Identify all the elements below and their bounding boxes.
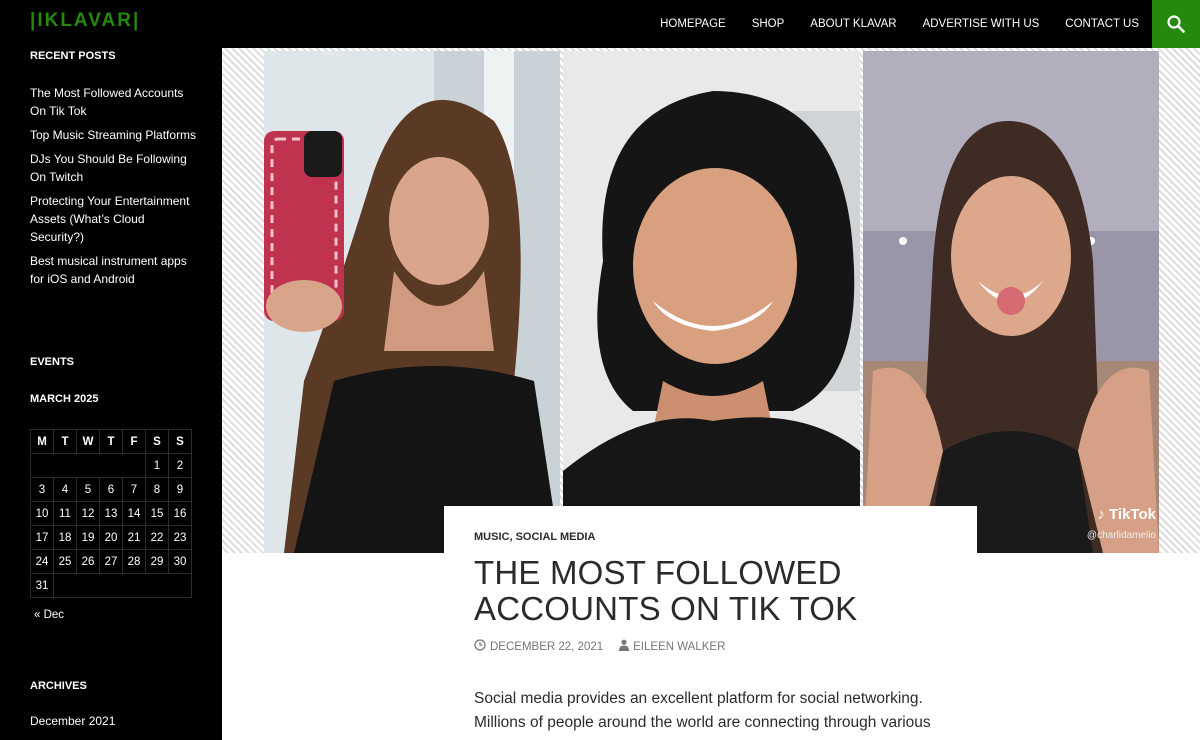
calendar-day: 11 [53,501,77,526]
clock-icon [474,639,486,654]
events-title: EVENTS [30,356,75,368]
site-logo[interactable]: |IKLAVAR| [30,10,140,32]
weekday: T [99,429,123,454]
calendar-week: 31 [30,573,192,598]
post-author[interactable]: EILEEN WALKER [633,641,725,653]
calendar-day: 19 [76,525,100,550]
calendar-day: 23 [168,525,192,550]
recent-post-link[interactable]: Protecting Your Entertainment Assets (Wh… [30,194,189,244]
category-link-social-media[interactable]: SOCIAL MEDIA [516,531,596,543]
calendar-week: 10 11 12 13 14 15 16 [30,501,192,526]
calendar-day: 10 [30,501,54,526]
calendar-day: 3 [30,477,54,502]
calendar-day: 31 [30,573,54,598]
featured-image[interactable]: me ♪ TikTok @charlidamelio [222,48,1200,553]
nav-item-contact[interactable]: CONTACT US [1052,0,1152,48]
calendar-day: 4 [53,477,77,502]
weekday: F [122,429,146,454]
calendar-day: 26 [76,549,100,574]
nav-item-homepage[interactable]: HOMEPAGE [647,0,739,48]
calendar-day: 13 [99,501,123,526]
calendar-caption: MARCH 2025 [30,393,99,405]
calendar-week: 1 2 [30,453,192,478]
calendar-day: 30 [168,549,192,574]
calendar-day: 16 [168,501,192,526]
calendar-day: 8 [145,477,169,502]
calendar-pad [30,453,146,478]
calendar-day: 2 [168,453,192,478]
calendar-day: 12 [76,501,100,526]
calendar-week: 3 4 5 6 7 8 9 [30,477,192,502]
search-icon [1167,15,1185,33]
calendar-weekdays: M T W T F S S [30,429,192,454]
list-item: The Most Followed Accounts On Tik Tok [30,84,200,120]
weekday: M [30,429,54,454]
calendar-week: 24 25 26 27 28 29 30 [30,549,192,574]
weekday: S [145,429,169,454]
list-item: Best musical instrument apps for iOS and… [30,252,200,288]
calendar-day: 14 [122,501,146,526]
recent-post-link[interactable]: Top Music Streaming Platforms [30,128,196,142]
featured-photo-left: me [264,51,560,553]
post-header: MUSIC, SOCIAL MEDIA THE MOST FOLLOWED AC… [444,506,977,740]
calendar-day: 1 [145,453,169,478]
weekday: W [76,429,100,454]
calendar-prev-link[interactable]: « Dec [34,609,64,621]
post-categories: MUSIC, SOCIAL MEDIA [474,531,595,543]
recent-post-link[interactable]: The Most Followed Accounts On Tik Tok [30,86,183,118]
calendar-day: 9 [168,477,192,502]
post-date[interactable]: DECEMBER 22, 2021 [490,641,603,653]
user-icon [619,639,630,654]
nav-item-shop[interactable]: SHOP [739,0,798,48]
list-item: DJs You Should Be Following On Twitch [30,150,200,186]
weekday: T [53,429,77,454]
calendar-day: 7 [122,477,146,502]
calendar-day: 21 [122,525,146,550]
sidebar: RECENT POSTS The Most Followed Accounts … [0,48,222,740]
calendar-day: 27 [99,549,123,574]
calendar-day: 6 [99,477,123,502]
calendar-week: 17 18 19 20 21 22 23 [30,525,192,550]
site-header: |IKLAVAR| HOMEPAGE SHOP ABOUT KLAVAR ADV… [0,0,1200,48]
post-excerpt: Social media provides an excellent platf… [474,690,931,731]
calendar-day: 15 [145,501,169,526]
nav-item-about[interactable]: ABOUT KLAVAR [797,0,909,48]
tiktok-icon: ♪ [1097,506,1105,523]
post-meta: DECEMBER 22, 2021 EILEEN WALKER [474,639,725,654]
archives-title: ARCHIVES [30,680,87,692]
calendar-day: 17 [30,525,54,550]
calendar-day: 29 [145,549,169,574]
primary-nav: HOMEPAGE SHOP ABOUT KLAVAR ADVERTISE WIT… [647,0,1152,48]
calendar-day: 25 [53,549,77,574]
recent-posts-list: The Most Followed Accounts On Tik Tok To… [30,84,200,294]
category-link-music[interactable]: MUSIC [474,531,509,543]
search-button[interactable] [1152,0,1200,48]
calendar-day: 22 [145,525,169,550]
list-item: Top Music Streaming Platforms [30,126,200,144]
calendar-pad [53,573,192,598]
featured-photo-center [563,51,860,553]
tiktok-watermark-text: TikTok [1109,506,1156,523]
post-title[interactable]: THE MOST FOLLOWED ACCOUNTS ON TIK TOK [474,555,934,627]
tiktok-watermark: ♪ TikTok [1097,506,1156,523]
recent-post-link[interactable]: Best musical instrument apps for iOS and… [30,254,187,286]
calendar-day: 5 [76,477,100,502]
archive-link[interactable]: December 2021 [30,714,115,728]
recent-post-link[interactable]: DJs You Should Be Following On Twitch [30,152,187,184]
calendar-day: 24 [30,549,54,574]
tiktok-handle: @charlidamelio [1086,530,1156,541]
calendar-day: 20 [99,525,123,550]
list-item: Protecting Your Entertainment Assets (Wh… [30,192,200,246]
photo-overlay-text: me [322,51,343,64]
weekday: S [168,429,192,454]
nav-item-advertise[interactable]: ADVERTISE WITH US [910,0,1053,48]
calendar-day: 28 [122,549,146,574]
calendar-day: 18 [53,525,77,550]
calendar: M T W T F S S 1 2 3 4 5 6 7 8 9 10 11 12… [30,429,192,598]
featured-photo-right [863,51,1159,553]
recent-posts-title: RECENT POSTS [30,50,116,62]
